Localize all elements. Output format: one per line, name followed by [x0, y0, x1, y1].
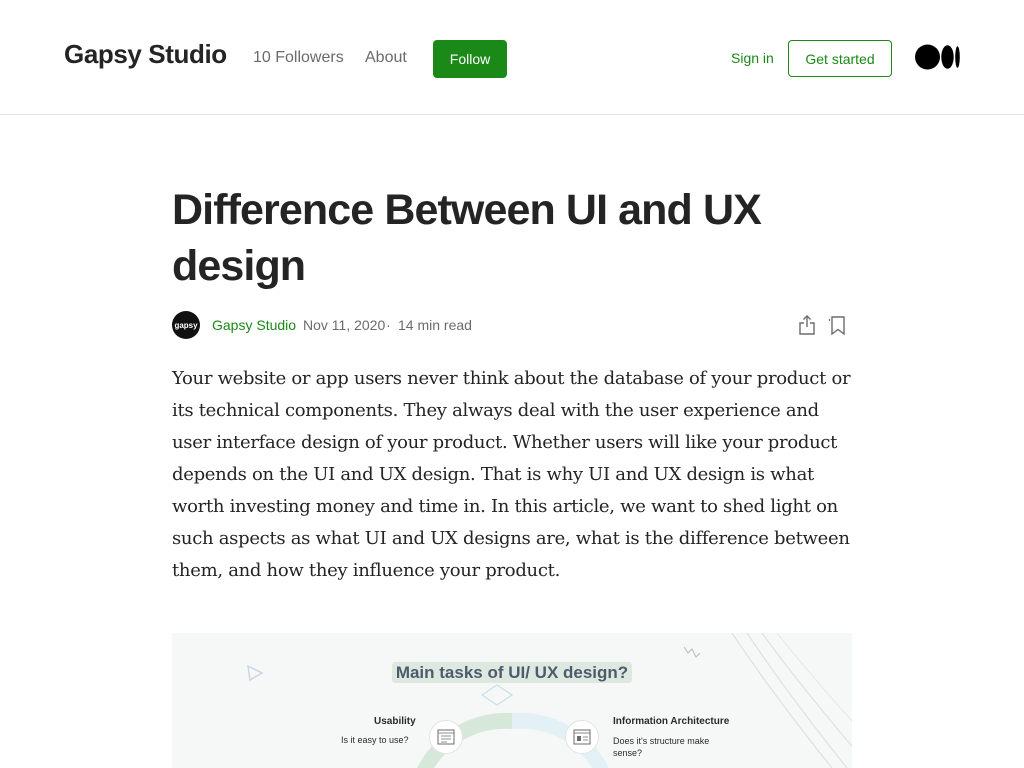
hero-usability-title: Usability: [374, 716, 416, 727]
meta-separator: ·: [386, 317, 391, 333]
sign-in-link[interactable]: Sign in: [731, 50, 774, 66]
share-icon[interactable]: [796, 314, 818, 336]
top-navigation-bar: Gapsy Studio 10 Followers About Follow S…: [0, 0, 1024, 115]
get-started-button[interactable]: Get started: [788, 40, 892, 77]
information-architecture-icon: [565, 720, 599, 754]
author-avatar[interactable]: gapsy: [172, 311, 200, 339]
article-title: Difference Between UI and UX design: [172, 186, 762, 290]
article-hero-image: Main tasks of UI/ UX design? Usability I…: [172, 633, 852, 768]
hero-ia-subtitle: Does it's structure make sense?: [613, 736, 710, 758]
followers-count-link[interactable]: 10 Followers: [253, 49, 344, 67]
read-time: 14 min read: [398, 317, 472, 333]
hero-usability-subtitle: Is it easy to use?: [341, 735, 409, 745]
about-link[interactable]: About: [365, 49, 407, 67]
hero-illustration: [247, 633, 852, 768]
hero-heading: Main tasks of UI/ UX design?: [172, 662, 852, 683]
publication-name[interactable]: Gapsy Studio: [64, 39, 227, 70]
hero-ia-title: Information Architecture: [613, 716, 730, 727]
bookmark-icon[interactable]: [828, 315, 848, 337]
publish-date: Nov 11, 2020: [303, 317, 386, 333]
author-name-link[interactable]: Gapsy Studio: [212, 317, 296, 333]
follow-button[interactable]: Follow: [433, 40, 507, 78]
author-meta-row: gapsy Gapsy Studio Nov 11, 2020 · 14 min…: [172, 310, 852, 340]
article-intro-paragraph: Your website or app users never think ab…: [172, 368, 851, 581]
medium-logo-icon[interactable]: [915, 44, 961, 70]
usability-icon: [429, 720, 463, 754]
